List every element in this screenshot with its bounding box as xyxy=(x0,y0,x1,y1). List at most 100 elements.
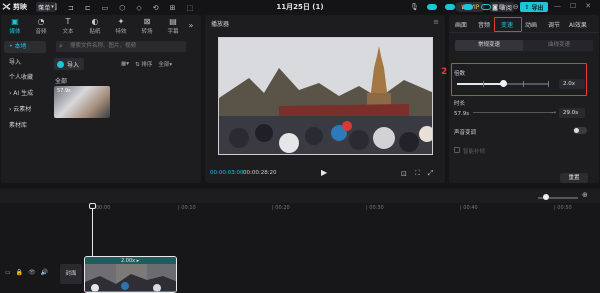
tab-audio[interactable]: ◔ 音频 xyxy=(29,17,53,35)
properties-tabs: 画面 音频 变速 动画 调节 AI效果 xyxy=(449,15,599,33)
playhead-handle[interactable] xyxy=(89,203,96,209)
annotation-box-tab xyxy=(494,17,522,32)
linkage-toggle[interactable] xyxy=(462,4,473,10)
microphone-icon[interactable]: 🎙 xyxy=(410,3,419,11)
video-preview[interactable] xyxy=(218,37,433,155)
zoom-out-icon[interactable]: ⊖ xyxy=(513,3,519,11)
video-clip[interactable]: 2.00x ▸ xyxy=(84,256,177,293)
import-button[interactable]: 导入 xyxy=(54,58,84,70)
speed-slider-handle[interactable] xyxy=(500,80,507,87)
more-tabs-icon[interactable]: » xyxy=(184,21,198,30)
eye-icon[interactable]: 👁 xyxy=(28,269,36,276)
timeline-toolbar xyxy=(0,189,600,203)
transition-icon: ⊠ xyxy=(143,17,151,26)
ratio-icon[interactable]: ⛶ xyxy=(415,169,420,178)
annotation-number: 2 xyxy=(441,67,448,77)
volume-icon[interactable]: 🔊 xyxy=(41,269,48,276)
freeze-icon[interactable]: ⬚ xyxy=(187,4,194,12)
reset-button[interactable]: 重置 xyxy=(560,173,588,183)
edit-tools: ↖ ↶ ↷ ⫿ ⊐ ⊏ ▭ ⬡ ◇ ⟲ ⊞ ⬚ xyxy=(4,3,193,12)
fit-icon[interactable]: ⊟ xyxy=(499,3,505,11)
media-thumbnail[interactable]: 57.9s xyxy=(54,86,110,118)
tab-label: 特效 xyxy=(115,29,127,35)
search-input[interactable]: 搜索文件名称、图片、视频 xyxy=(56,41,186,52)
tab-animation[interactable]: 动画 xyxy=(525,20,537,29)
delete-icon[interactable]: ▭ xyxy=(102,4,109,12)
document-title: 11月25日 (1) xyxy=(276,3,324,11)
preview-axis-toggle[interactable] xyxy=(480,4,491,10)
tab-effects[interactable]: ✦ 特效 xyxy=(109,17,133,35)
slider-tick xyxy=(548,81,549,87)
captions-icon: ▤ xyxy=(169,17,177,26)
trim-left-icon[interactable]: ⊐ xyxy=(68,4,74,12)
zoom-slider-handle[interactable] xyxy=(543,194,549,200)
tab-ai-effects[interactable]: AI效果 xyxy=(569,20,587,29)
fullscreen-icon[interactable]: ⤢ xyxy=(428,169,434,178)
track-controls: ▭ 🔒 👁 🔊 xyxy=(5,269,48,276)
properties-panel: 画面 音频 变速 动画 调节 AI效果 1 常规变速 曲线变速 倍数 2.0x … xyxy=(449,15,599,183)
main-track-magnet-toggle[interactable] xyxy=(426,4,437,10)
sort-button[interactable]: ⇅ 排序 xyxy=(135,60,152,68)
play-icon[interactable]: ▶ xyxy=(321,168,327,177)
import-icon xyxy=(57,60,64,68)
tab-normal-speed[interactable]: 常规变速 xyxy=(455,40,523,51)
speed-value-input[interactable]: 2.0x xyxy=(559,79,585,89)
minimize-icon[interactable]: — xyxy=(554,2,561,10)
tab-transitions[interactable]: ⊠ 转场 xyxy=(135,17,159,35)
tab-adjust[interactable]: 调节 xyxy=(548,20,560,29)
split-icon[interactable]: ⫿ xyxy=(55,3,57,12)
duration-label: 时长 xyxy=(454,101,466,107)
total-time: 00:00:28:20 xyxy=(243,170,277,176)
video-frame-image xyxy=(219,38,432,154)
media-area: 搜索文件名称、图片、视频 ⌕ 导入 ▦▾ ⇅ 排序 全部▾ 全部 57.9s xyxy=(51,39,201,183)
crop-icon[interactable]: ⊡ xyxy=(401,170,407,178)
export-label: 导出 xyxy=(531,4,544,12)
arrow-right-icon: → xyxy=(551,109,557,116)
zoom-in-icon[interactable]: ⊕ xyxy=(582,191,588,199)
auto-snap-toggle[interactable] xyxy=(444,4,455,10)
ruler-label: | 00:30 xyxy=(366,205,384,211)
rotate-icon[interactable]: ⟲ xyxy=(153,4,159,12)
slider-tick xyxy=(483,81,484,87)
grid-view-icon[interactable]: ▦▾ xyxy=(121,61,129,67)
diamond-icon[interactable]: ◇ xyxy=(136,4,141,12)
duration-input[interactable]: 29.0s xyxy=(559,108,585,118)
sidebar-item-favorites[interactable]: 个人收藏 xyxy=(4,72,46,84)
ruler-label: | 00:40 xyxy=(460,205,478,211)
tab-text[interactable]: T 文本 xyxy=(56,17,80,35)
audio-icon: ◔ xyxy=(37,17,45,26)
tab-captions[interactable]: ▤ 字幕 xyxy=(161,17,185,35)
close-icon[interactable]: ✕ xyxy=(585,2,591,10)
filter-button[interactable]: 全部▾ xyxy=(158,60,172,68)
sidebar-item-ai-generate[interactable]: › AI 生成 xyxy=(4,88,46,100)
ruler-label: | 00:10 xyxy=(178,205,196,211)
shield-icon[interactable]: ⬡ xyxy=(119,4,125,12)
tab-media[interactable]: ▣ 媒体 xyxy=(3,17,27,35)
effects-icon: ✦ xyxy=(117,17,125,26)
crop-icon[interactable]: ⊞ xyxy=(170,4,176,12)
pitch-toggle[interactable] xyxy=(573,127,587,134)
track-icon[interactable]: ▭ xyxy=(5,269,11,276)
tab-sticker[interactable]: ◐ 贴纸 xyxy=(83,17,107,35)
tab-video[interactable]: 画面 xyxy=(455,20,467,29)
maximize-icon[interactable]: ☐ xyxy=(570,2,576,10)
tab-curve-speed[interactable]: 曲线变速 xyxy=(525,40,593,51)
sidebar-item-cloud[interactable]: › 云素材 xyxy=(4,104,46,116)
redo-icon[interactable]: ↷ xyxy=(38,4,44,12)
sidebar-item-local[interactable]: • 本地 xyxy=(4,41,46,53)
menu-icon[interactable]: ≡ xyxy=(433,18,439,26)
trim-right-icon[interactable]: ⊏ xyxy=(85,4,91,12)
lock-icon[interactable]: 🔒 xyxy=(16,269,23,276)
media-view-controls: ▦▾ ⇅ 排序 全部▾ xyxy=(121,60,172,68)
select-icon[interactable]: ↖ xyxy=(4,4,10,12)
player-tools: ⊡ ⛶ ⤢ xyxy=(401,169,433,178)
sidebar-item-import[interactable]: 导入 xyxy=(4,57,46,69)
sidebar-item-library[interactable]: 素材库 xyxy=(4,120,46,132)
cover-button[interactable]: 封面 xyxy=(60,264,82,284)
export-button[interactable]: ⇪ 导出 xyxy=(520,2,548,12)
undo-icon[interactable]: ↶ xyxy=(21,4,27,12)
smooth-checkbox[interactable] xyxy=(454,147,460,153)
tab-audio-props[interactable]: 音频 xyxy=(478,20,490,29)
media-panel: ▣ 媒体 ◔ 音频 T 文本 ◐ 贴纸 ✦ 特效 ⊠ 转场 ▤ 字幕 » • 本地 导入 个人… xyxy=(1,15,201,183)
player-panel: 播放器 ≡ 00:00:03:00 00:00:28:20 ▶ ⊡ ⛶ ⤢ xyxy=(205,15,445,183)
